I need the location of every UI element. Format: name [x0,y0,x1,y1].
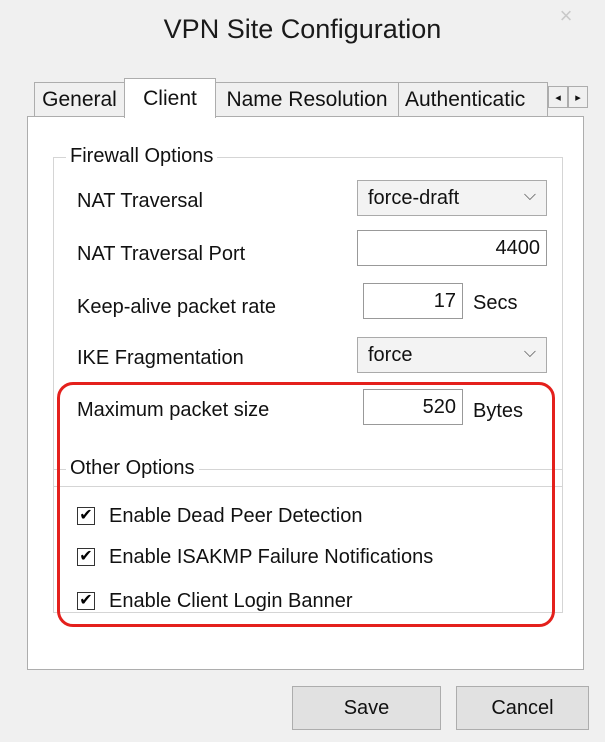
tab-authentication[interactable]: Authenticatic [398,82,548,116]
chevron-down-icon: ⌵ [523,344,536,361]
cancel-button[interactable]: Cancel [456,686,589,730]
nat-traversal-port-label: NAT Traversal Port [77,243,246,265]
isakmp-failure-notifications-checkbox[interactable]: ✔ [77,548,95,566]
client-login-banner-label: Enable Client Login Banner [109,590,353,612]
ike-fragmentation-value: force [368,343,413,366]
keepalive-rate-input[interactable]: 17 [363,283,463,319]
tab-general[interactable]: General [34,82,125,116]
tab-scroll-left-icon[interactable]: ◂ [548,86,568,108]
vpn-config-window: VPN Site Configuration × General Client … [0,0,605,742]
tab-name-resolution[interactable]: Name Resolution [215,82,399,116]
dead-peer-detection-label: Enable Dead Peer Detection [109,505,363,527]
firewall-options-legend: Firewall Options [66,145,218,168]
title-bar: VPN Site Configuration × [0,0,605,70]
ike-fragmentation-select[interactable]: force ⌵ [357,337,547,373]
dead-peer-detection-checkbox[interactable]: ✔ [77,507,95,525]
close-icon[interactable]: × [541,0,591,32]
max-packet-size-label: Maximum packet size [77,399,270,421]
isakmp-failure-notifications-label: Enable ISAKMP Failure Notifications [109,546,434,568]
window-title: VPN Site Configuration [163,14,442,44]
nat-traversal-value: force-draft [368,186,460,209]
max-packet-size-unit: Bytes [473,400,524,422]
nat-traversal-select[interactable]: force-draft ⌵ [357,180,547,216]
ike-fragmentation-label: IKE Fragmentation [77,347,244,369]
keepalive-rate-label: Keep-alive packet rate [77,296,277,318]
other-options-legend: Other Options [66,457,199,480]
tab-strip: General Client Name Resolution Authentic… [34,78,589,118]
save-button[interactable]: Save [292,686,441,730]
tab-scroll-right-icon[interactable]: ▸ [568,86,588,108]
keepalive-rate-unit: Secs [473,292,518,314]
chevron-down-icon: ⌵ [523,187,536,204]
client-login-banner-checkbox[interactable]: ✔ [77,592,95,610]
nat-traversal-port-input[interactable]: 4400 [357,230,547,266]
nat-traversal-label: NAT Traversal [77,190,203,212]
tab-client[interactable]: Client [124,78,216,118]
max-packet-size-input[interactable]: 520 [363,389,463,425]
